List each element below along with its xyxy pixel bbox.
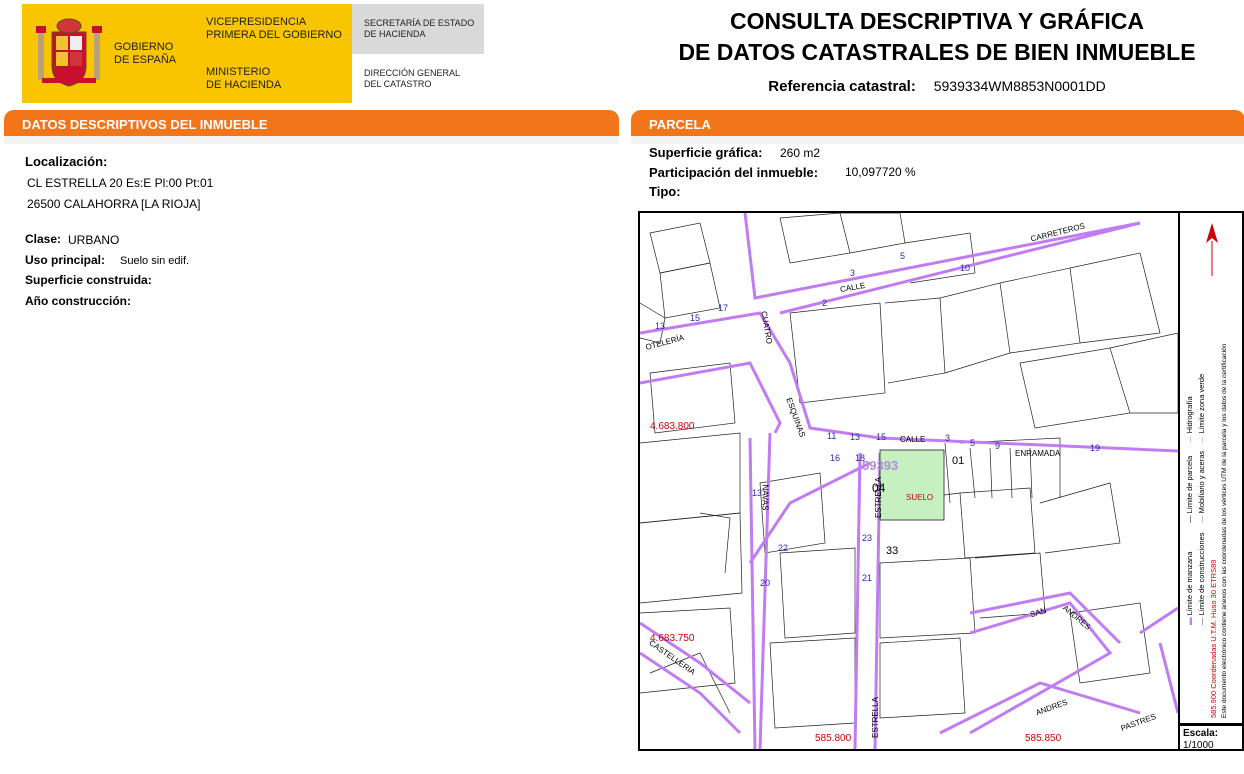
street-estrella-label: ESTRELLA — [873, 477, 883, 518]
secretaria-block: SECRETARÍA DE ESTADO DE HACIENDA — [352, 4, 484, 54]
uso-value: Suelo sin edif. — [120, 255, 190, 267]
legend-item-construcciones: — Límite de construcciones — [1197, 532, 1206, 625]
street-calle-label: CALLE — [900, 435, 926, 444]
parcela-subbar — [631, 136, 1244, 144]
government-logo-block: GOBIERNO DE ESPAÑA VICEPRESIDENCIA PRIMERA… — [22, 4, 352, 103]
map-drawing — [640, 213, 1178, 749]
clase-value: URBANO — [68, 233, 120, 247]
map-legend: ▬ Límite de manzana — Límite de parcela … — [1180, 211, 1244, 725]
house-number: 3 — [850, 268, 856, 278]
house-number: 5 — [970, 438, 976, 448]
house-number: 22 — [778, 543, 789, 553]
vicepresidencia-text: VICEPRESIDENCIA PRIMERA DEL GOBIERNO — [206, 16, 342, 41]
house-number: 3 — [945, 433, 951, 443]
block-33-label: 33 — [886, 545, 899, 557]
house-number: 11 — [827, 431, 837, 441]
house-number: 21 — [862, 573, 873, 583]
superficie-grafica-label: Superficie gráfica: — [649, 145, 763, 160]
suelo-label: SUELO — [906, 493, 934, 502]
house-number: 17 — [718, 303, 729, 313]
address-line2: 26500 CALAHORRA [LA RIOJA] — [27, 197, 201, 211]
referencia-value: 5939334WM8853N0001DD — [933, 78, 1106, 94]
legend-item-mobiliario: — Mobiliario y aceras — [1197, 450, 1206, 523]
legend-crs: 585.900 Coordenadas U.T.M. Huso 30 ETRS8… — [1209, 559, 1218, 718]
legend-item-hidrografia: — Hidrografía — [1185, 396, 1194, 443]
house-number: 23 — [862, 533, 873, 543]
parcela-heading: PARCELA — [631, 110, 1244, 136]
descriptivos-heading: DATOS DESCRIPTIVOS DEL INMUEBLE — [4, 110, 619, 136]
house-number: 13 — [655, 321, 666, 331]
tipo-label: Tipo: — [649, 184, 681, 199]
house-number: 19 — [1090, 443, 1101, 453]
house-number: 13 — [752, 488, 763, 498]
legend-item-manzana: ▬ Límite de manzana — [1185, 551, 1194, 625]
parcel-reference-label: 59393 — [862, 458, 899, 473]
house-number: 10 — [960, 263, 971, 273]
street-estrella-bottom-label: ESTRELLA — [870, 697, 880, 738]
north-arrow-icon — [1206, 223, 1218, 276]
house-number: 2 — [822, 298, 828, 308]
street-enramada-label: ENRAMADA — [1015, 449, 1061, 458]
house-number: 15 — [690, 313, 701, 323]
cadastral-map[interactable]: 59393 04 SUELO 01 33 4.683.800 4.683.750… — [638, 211, 1180, 751]
secretaria-text: SECRETARÍA DE ESTADO DE HACIENDA — [364, 18, 475, 39]
legend-item-zona-verde: — Límite zona verde — [1197, 373, 1206, 443]
address-line1: CL ESTRELLA 20 Es:E Pl:00 Pt:01 — [27, 176, 214, 190]
uso-label: Uso principal: — [25, 253, 106, 267]
localizacion-label: Localización: — [25, 154, 108, 169]
scale-label: Escala: — [1183, 728, 1219, 739]
house-number: 20 — [760, 578, 771, 588]
superficie-construida-label: Superficie construida: — [25, 273, 152, 287]
ano-construccion-label: Año construcción: — [25, 294, 132, 308]
map-scale: Escala: 1/1000 — [1180, 725, 1244, 751]
legend-note: Este documento electrónico contiene anex… — [1221, 343, 1228, 718]
scale-value: 1/1000 — [1183, 740, 1214, 751]
house-number: 13 — [850, 432, 861, 442]
document-title: CONSULTA DESCRIPTIVA Y GRÁFICA DE DATOS C… — [678, 8, 1196, 65]
coord-y-top: 4.683.800 — [650, 421, 695, 432]
coat-of-arms-icon — [36, 18, 102, 87]
house-number: 15 — [876, 432, 887, 442]
referencia-catastral: Referencia catastral: 5939334WM8853N0001… — [640, 78, 1234, 95]
participacion-value: 10,097720 % — [845, 165, 916, 179]
referencia-label: Referencia catastral: — [768, 78, 916, 95]
descriptivos-subbar — [4, 136, 619, 144]
direccion-text: DIRECCIÓN GENERAL DEL CATASTRO — [364, 68, 461, 89]
house-number: 16 — [830, 453, 841, 463]
ministerio-text: MINISTERIO DE HACIENDA — [206, 66, 282, 91]
coord-x-right: 585.850 — [1025, 733, 1062, 744]
gobierno-text: GOBIERNO DE ESPAÑA — [114, 41, 177, 66]
clase-label: Clase: — [25, 232, 62, 246]
house-number: 5 — [900, 251, 906, 261]
superficie-grafica-value: 260 m2 — [780, 146, 821, 160]
house-number: 9 — [995, 441, 1001, 451]
participacion-label: Participación del inmueble: — [649, 165, 819, 180]
house-number: 18 — [855, 453, 866, 463]
legend-item-parcela: — Límite de parcela — [1185, 455, 1194, 523]
coord-x-left: 585.800 — [815, 733, 852, 744]
unit-01-label: 01 — [952, 455, 965, 467]
